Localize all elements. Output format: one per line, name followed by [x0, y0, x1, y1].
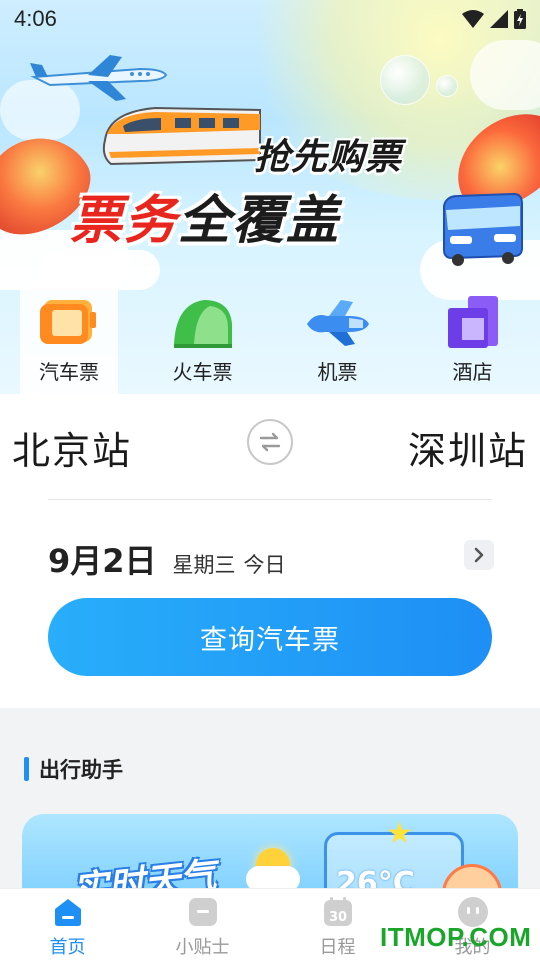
tab-train-ticket[interactable]: 火车票 — [135, 282, 270, 394]
cloud-decoration — [470, 40, 540, 110]
nav-home[interactable]: 首页 — [0, 889, 135, 960]
tips-icon — [188, 898, 217, 926]
tab-flight-ticket[interactable]: 机票 — [270, 282, 405, 394]
section-header: 出行助手 — [24, 754, 123, 784]
travel-weekday: 星期三 — [172, 553, 236, 577]
signal-icon — [490, 10, 508, 28]
divider — [48, 499, 492, 500]
tab-label: 火车票 — [172, 360, 233, 384]
watermark: ITMOP.COM — [380, 922, 532, 952]
tab-hotel[interactable]: 酒店 — [405, 282, 540, 394]
home-icon — [54, 899, 81, 926]
banner-slogan-main: 票务全覆盖 — [70, 178, 340, 253]
train-icon — [173, 300, 232, 348]
booking-panel: 北京站 深圳站 9月2日 星期三 今日 查询汽车票 — [0, 394, 540, 708]
section-title: 出行助手 — [39, 758, 123, 782]
section-accent-bar — [24, 757, 29, 781]
date-next-button[interactable] — [464, 540, 494, 570]
airplane-illustration — [30, 55, 168, 101]
bubble-decoration — [436, 75, 458, 97]
bubble-decoration — [380, 55, 430, 105]
departure-station[interactable]: 北京站 — [12, 420, 132, 475]
status-time: 4:06 — [14, 6, 57, 31]
train-illustration — [102, 106, 261, 166]
search-bus-tickets-button[interactable]: 查询汽车票 — [48, 598, 492, 676]
calendar-icon: 30 — [323, 897, 352, 926]
bus-illustration — [443, 192, 523, 266]
tab-label: 机票 — [317, 360, 358, 384]
battery-icon — [514, 9, 526, 29]
status-icons — [462, 9, 526, 29]
tab-label: 汽车票 — [39, 360, 99, 384]
nav-label: 首页 — [49, 937, 86, 958]
wifi-icon — [462, 10, 484, 28]
arrival-station[interactable]: 深圳站 — [408, 420, 528, 475]
chevron-right-icon — [474, 547, 484, 563]
banner-slogan-top: 抢先购票 — [254, 137, 403, 178]
tab-label: 酒店 — [452, 360, 493, 384]
banner-slogan-black: 全覆盖 — [178, 191, 341, 251]
nav-tips[interactable]: 小贴士 — [135, 889, 270, 960]
plane-icon — [306, 300, 369, 346]
ticket-category-tabs: 汽车票 火车票 机票 酒店 — [0, 282, 540, 394]
swap-stations-button[interactable] — [247, 419, 293, 465]
date-picker-row[interactable]: 9月2日 星期三 今日 — [48, 536, 494, 580]
status-bar: 4:06 — [0, 0, 540, 38]
tab-bus-ticket[interactable]: 汽车票 — [20, 282, 118, 394]
star-icon: ★ — [386, 816, 413, 851]
svg-text:30: 30 — [328, 910, 346, 925]
banner-slogan-red: 票务 — [70, 191, 179, 251]
nav-label: 小贴士 — [175, 937, 230, 958]
swap-icon — [259, 432, 281, 452]
bus-ticket-icon — [40, 300, 96, 344]
nav-label: 日程 — [319, 937, 356, 958]
hotel-icon — [447, 296, 498, 348]
today-label: 今日 — [243, 553, 286, 577]
travel-date: 9月2日 — [48, 542, 157, 580]
